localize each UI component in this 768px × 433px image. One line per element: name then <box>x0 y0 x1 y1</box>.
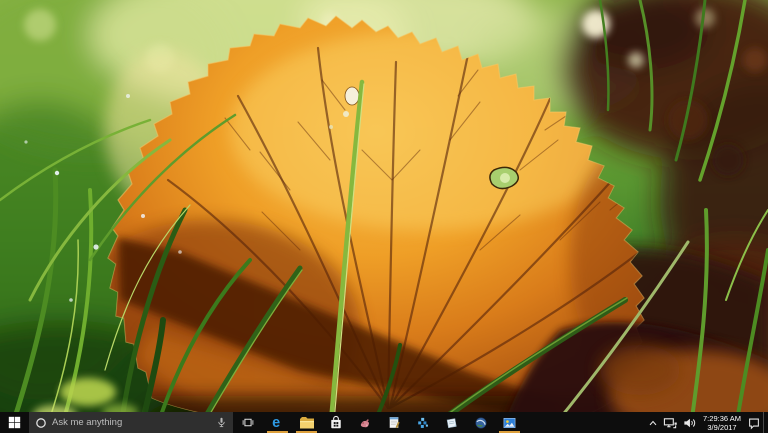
taskbar-item-notepad[interactable] <box>379 412 408 433</box>
taskbar-item-file-explorer[interactable] <box>292 412 321 433</box>
system-tray: 7:29:36 AM 3/9/2017 <box>645 412 768 433</box>
taskbar-item-earth[interactable] <box>466 412 495 433</box>
tray-clock[interactable]: 7:29:36 AM 3/9/2017 <box>699 414 745 432</box>
network-icon <box>663 416 678 430</box>
taskbar-item-sticky-notes[interactable] <box>437 412 466 433</box>
taskbar-item-edge[interactable]: e <box>263 412 292 433</box>
volume-button[interactable] <box>680 412 699 433</box>
globe-icon <box>474 416 488 430</box>
taskbar-empty-space <box>524 412 645 433</box>
desktop: e <box>0 0 768 433</box>
desktop-wallpaper[interactable] <box>0 0 768 433</box>
network-button[interactable] <box>661 412 680 433</box>
notepad-icon <box>387 415 401 430</box>
microphone-icon[interactable] <box>216 416 227 429</box>
taskbar-item-photos[interactable] <box>495 412 524 433</box>
taskbar: e <box>0 412 768 433</box>
chevron-up-icon <box>647 417 659 429</box>
show-desktop-button[interactable] <box>763 412 768 433</box>
action-center-icon <box>747 416 761 430</box>
action-center-button[interactable] <box>745 412 763 433</box>
tray-overflow-button[interactable] <box>645 412 661 433</box>
file-explorer-icon <box>299 416 315 430</box>
task-view-button[interactable] <box>233 412 263 433</box>
clock-time: 7:29:36 AM <box>703 414 741 423</box>
taskbar-item-3d-builder[interactable] <box>408 412 437 433</box>
volume-icon <box>682 416 697 430</box>
photos-icon <box>502 416 517 430</box>
taskbar-item-paint-3d[interactable] <box>350 412 379 433</box>
search-box[interactable] <box>29 412 233 433</box>
taskbar-item-store[interactable] <box>321 412 350 433</box>
windows-logo-icon <box>8 416 21 429</box>
task-view-icon <box>241 416 255 429</box>
cortana-circle-icon <box>35 417 47 429</box>
edge-icon: e <box>270 415 285 430</box>
start-button[interactable] <box>0 412 29 433</box>
3d-builder-icon <box>415 416 430 430</box>
store-icon <box>329 415 343 430</box>
search-input[interactable] <box>52 417 211 428</box>
sticky-notes-icon <box>444 416 459 430</box>
paint-3d-icon <box>357 416 372 430</box>
svg-text:e: e <box>272 415 280 430</box>
pinned-apps: e <box>263 412 524 433</box>
clock-date: 3/9/2017 <box>707 423 736 432</box>
